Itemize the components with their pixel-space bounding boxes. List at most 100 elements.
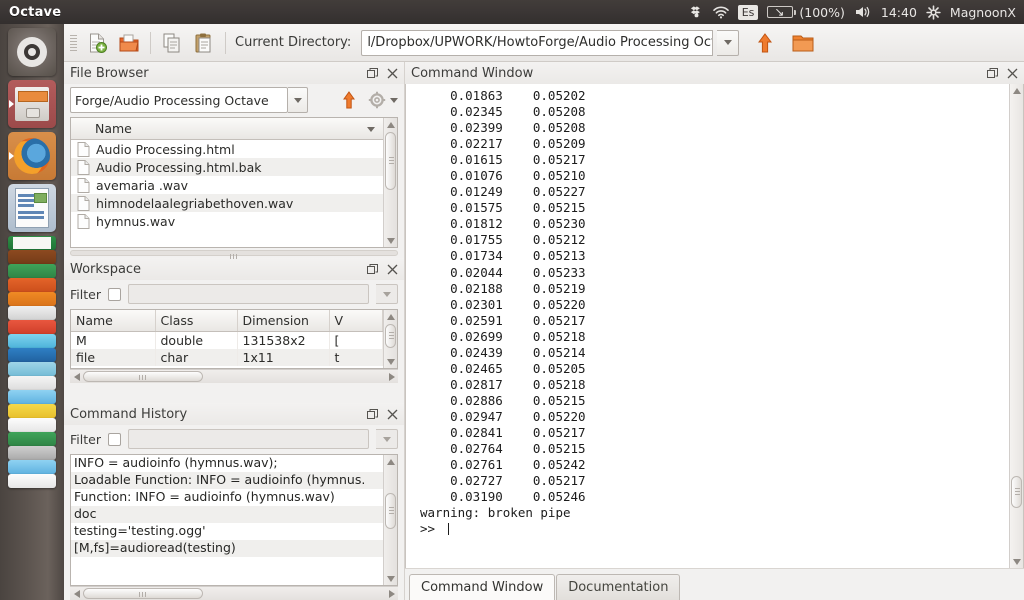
command-window-output[interactable]: 0.01863 0.05202 0.02345 0.05208 0.02399 … [406, 84, 1009, 568]
list-item[interactable]: Function: INFO = audioinfo (hymnus.wav) [71, 489, 383, 506]
session-gear-icon[interactable] [926, 4, 941, 20]
scroll-right-icon[interactable] [385, 589, 398, 598]
volume-icon[interactable] [854, 5, 872, 19]
list-item[interactable]: Audio Processing.html.bak [71, 158, 383, 176]
one-directory-up-button[interactable] [751, 29, 779, 57]
launcher-item-amazon[interactable] [8, 278, 56, 292]
launcher-item-extra-2[interactable] [8, 418, 56, 432]
scroll-track[interactable] [83, 371, 385, 382]
scroll-right-icon[interactable] [385, 372, 398, 381]
scroll-thumb[interactable] [83, 588, 203, 599]
list-item[interactable]: avemaria .wav [71, 176, 383, 194]
browse-directory-button[interactable] [789, 29, 817, 57]
table-row[interactable]: file char 1x11 t [71, 349, 383, 366]
tab-command-window[interactable]: Command Window [409, 574, 556, 600]
workspace-column-dimension[interactable]: Dimension [237, 310, 330, 332]
file-browser-horizontal-scrollbar[interactable] [70, 248, 398, 259]
scroll-thumb[interactable] [385, 132, 396, 190]
user-name-label[interactable]: MagnoonX [950, 5, 1016, 20]
launcher-item-calculator[interactable] [8, 362, 56, 376]
battery-indicator[interactable]: ↘ (100%) [767, 5, 845, 20]
window-app-title[interactable]: Octave [9, 5, 61, 20]
launcher-item-libreoffice-calc[interactable] [8, 236, 56, 250]
scroll-left-icon[interactable] [70, 589, 83, 598]
wifi-icon[interactable] [712, 6, 729, 19]
workspace-horizontal-scrollbar[interactable] [70, 369, 398, 383]
current-directory-dropdown[interactable] [717, 29, 740, 56]
workspace-column-value[interactable]: V [329, 310, 383, 332]
tab-documentation[interactable]: Documentation [556, 574, 681, 600]
scroll-track[interactable] [385, 468, 396, 572]
launcher-item-system-settings[interactable] [8, 306, 56, 320]
scroll-down-icon[interactable] [386, 572, 395, 585]
launcher-item-trash[interactable] [8, 474, 56, 488]
list-item[interactable]: himnodelaalegriabethoven.wav [71, 194, 383, 212]
launcher-item-image-viewer[interactable] [8, 348, 56, 362]
toolbar-grip[interactable] [70, 34, 77, 51]
launcher-item-gimp[interactable] [8, 320, 56, 334]
scroll-down-icon[interactable] [1012, 555, 1021, 568]
file-browser-path-dropdown[interactable] [288, 87, 308, 113]
command-history-filter-dropdown[interactable] [376, 429, 398, 449]
launcher-item-extra-3[interactable] [8, 432, 56, 446]
command-history-filter-input[interactable] [127, 429, 369, 449]
keyboard-layout-indicator[interactable]: Es [737, 4, 759, 20]
launcher-item-firefox[interactable] [8, 132, 56, 180]
undock-icon[interactable] [367, 408, 378, 420]
scroll-left-icon[interactable] [70, 372, 83, 381]
command-history-horizontal-scrollbar[interactable] [70, 586, 398, 600]
list-item[interactable]: [M,fs]=audioread(testing) [71, 540, 383, 557]
open-folder-icon[interactable] [115, 29, 143, 57]
paste-icon[interactable] [190, 29, 218, 57]
list-item[interactable]: testing='testing.ogg' [71, 523, 383, 540]
scroll-up-icon[interactable] [1012, 84, 1021, 97]
list-item[interactable]: Audio Processing.html [71, 140, 383, 158]
list-item[interactable]: hymnus.wav [71, 212, 383, 230]
close-icon[interactable] [387, 264, 398, 275]
scroll-thumb[interactable] [1011, 476, 1022, 508]
close-icon[interactable] [387, 68, 398, 79]
current-directory-input[interactable]: l/Dropbox/UPWORK/HowtoForge/Audio Proces… [361, 29, 714, 56]
command-window-vertical-scrollbar[interactable] [1009, 84, 1023, 568]
scroll-track[interactable] [83, 588, 385, 599]
undock-icon[interactable] [367, 67, 378, 79]
clock-label[interactable]: 14:40 [881, 5, 917, 20]
launcher-item-files[interactable] [8, 80, 56, 128]
file-browser-up-button[interactable] [338, 88, 360, 112]
workspace-column-name[interactable]: Name [71, 310, 156, 332]
workspace-column-class[interactable]: Class [155, 310, 238, 332]
sort-desc-icon[interactable] [367, 127, 375, 132]
scroll-thumb[interactable] [385, 324, 396, 348]
list-item[interactable]: Loadable Function: INFO = audioinfo (hym… [71, 472, 383, 489]
scroll-up-icon[interactable] [386, 310, 395, 323]
command-history-vertical-scrollbar[interactable] [383, 455, 397, 585]
undock-icon[interactable] [367, 263, 378, 275]
workspace-filter-input[interactable] [127, 284, 369, 304]
scroll-down-icon[interactable] [386, 355, 395, 368]
launcher-item-software-center[interactable] [8, 264, 56, 278]
launcher-item-terminal[interactable] [8, 376, 56, 390]
file-browser-vertical-scrollbar[interactable] [383, 118, 397, 247]
file-browser-path-input[interactable]: Forge/Audio Processing Octave [70, 87, 288, 113]
scroll-thumb[interactable] [83, 371, 203, 382]
scroll-thumb[interactable] [385, 493, 396, 529]
file-browser-settings-gear-icon[interactable] [365, 88, 389, 112]
launcher-item-extra-4[interactable] [8, 446, 56, 460]
scroll-track[interactable] [385, 323, 396, 355]
scroll-down-icon[interactable] [386, 234, 395, 247]
list-item[interactable]: doc [71, 506, 383, 523]
file-browser-column-header[interactable]: Name [71, 118, 383, 140]
close-icon[interactable] [387, 409, 398, 420]
launcher-item-archive-manager[interactable] [8, 390, 56, 404]
new-script-icon[interactable] [83, 29, 111, 57]
launcher-item-libreoffice-impress[interactable] [8, 250, 56, 264]
scroll-track[interactable] [385, 131, 396, 234]
undock-icon[interactable] [987, 67, 998, 79]
launcher-item-text-editor[interactable] [8, 334, 56, 348]
launcher-item-media-player[interactable] [8, 292, 56, 306]
launcher-item-extra-5[interactable] [8, 460, 56, 474]
launcher-item-libreoffice-writer[interactable] [8, 184, 56, 232]
command-window-body[interactable]: 0.01863 0.05202 0.02345 0.05208 0.02399 … [405, 84, 1024, 568]
list-item[interactable]: INFO = audioinfo (hymnus.wav); [71, 455, 383, 472]
launcher-item-ubuntu-dash[interactable] [8, 28, 56, 76]
